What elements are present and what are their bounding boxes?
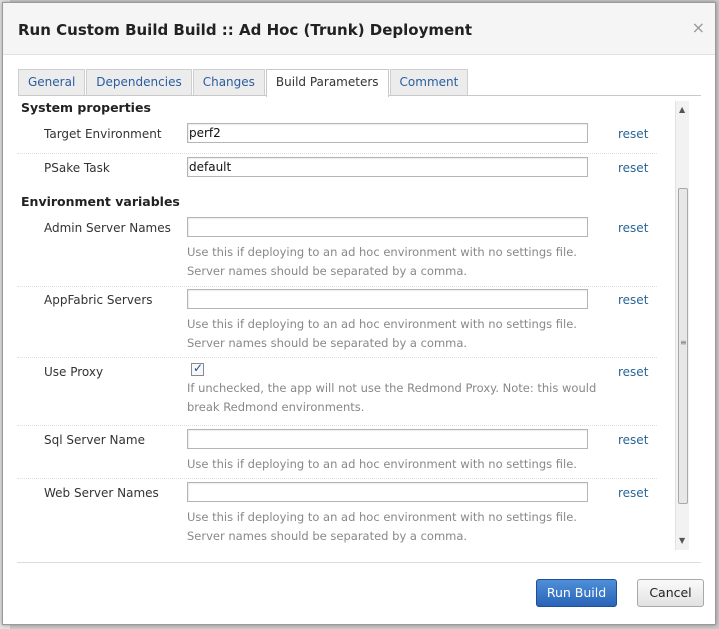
param-label: Target Environment (44, 127, 162, 141)
help-text: Use this if deploying to an ad hoc envir… (187, 457, 577, 471)
scroll-thumb[interactable]: ≡ (678, 188, 688, 504)
help-text: Server names should be separated by a co… (187, 264, 468, 278)
param-row-target-environment: Target Environment reset (17, 123, 657, 154)
tab-dependencies[interactable]: Dependencies (86, 69, 192, 95)
web-server-names-input[interactable] (187, 482, 588, 502)
help-text: Use this if deploying to an ad hoc envir… (187, 510, 577, 524)
sql-server-name-input[interactable] (187, 429, 588, 449)
param-row-web-server-names: Web Server Names reset Use this if deplo… (17, 482, 657, 548)
section-environment-variables: Environment variables (21, 194, 180, 209)
reset-link[interactable]: reset (618, 127, 648, 141)
param-label: PSake Task (44, 161, 110, 175)
tab-bar: General Dependencies Changes Build Param… (18, 69, 701, 97)
param-row-use-proxy: Use Proxy reset If unchecked, the app wi… (17, 361, 657, 426)
run-build-dialog: Run Custom Build Build :: Ad Hoc (Trunk)… (2, 2, 716, 625)
grip-icon: ≡ (680, 338, 687, 347)
param-row-psake-task: PSake Task reset (17, 157, 657, 185)
reset-link[interactable]: reset (618, 486, 648, 500)
reset-link[interactable]: reset (618, 293, 648, 307)
tab-comment[interactable]: Comment (389, 69, 469, 95)
admin-server-names-input[interactable] (187, 217, 588, 237)
help-text: Server names should be separated by a co… (187, 336, 468, 350)
help-text: break Redmond environments. (187, 400, 365, 414)
target-environment-input[interactable] (187, 123, 588, 143)
param-row-appfabric-servers: AppFabric Servers reset Use this if depl… (17, 289, 657, 358)
help-text: Use this if deploying to an ad hoc envir… (187, 245, 577, 259)
appfabric-servers-input[interactable] (187, 289, 588, 309)
param-label: Use Proxy (44, 365, 104, 379)
tab-general[interactable]: General (18, 69, 86, 95)
help-text: If unchecked, the app will not use the R… (187, 381, 597, 395)
tab-build-parameters[interactable]: Build Parameters (265, 69, 389, 97)
reset-link[interactable]: reset (618, 161, 648, 175)
param-label: Web Server Names (44, 486, 159, 500)
dialog-title: Run Custom Build Build :: Ad Hoc (Trunk)… (18, 21, 473, 39)
dialog-titlebar: Run Custom Build Build :: Ad Hoc (Trunk)… (3, 3, 715, 55)
param-row-sql-server-name: Sql Server Name reset Use this if deploy… (17, 429, 657, 479)
build-parameters-panel: System properties Target Environment res… (17, 98, 689, 550)
scroll-down-arrow-icon[interactable]: ▼ (679, 537, 685, 545)
param-row-admin-server-names: Admin Server Names reset Use this if dep… (17, 217, 657, 287)
vertical-scrollbar[interactable]: ▲ ≡ ▼ (675, 101, 689, 550)
section-system-properties: System properties (21, 100, 151, 115)
help-text: Use this if deploying to an ad hoc envir… (187, 317, 577, 331)
scroll-up-arrow-icon[interactable]: ▲ (679, 106, 685, 114)
use-proxy-checkbox[interactable] (191, 361, 204, 376)
psake-task-input[interactable] (187, 157, 588, 177)
cancel-button[interactable]: Cancel (637, 579, 704, 607)
param-label: AppFabric Servers (44, 293, 153, 307)
reset-link[interactable]: reset (618, 221, 648, 235)
close-icon[interactable]: × (692, 20, 705, 36)
tab-changes[interactable]: Changes (192, 69, 265, 95)
run-build-button[interactable]: Run Build (536, 579, 617, 607)
param-label: Admin Server Names (44, 221, 171, 235)
dialog-footer-divider (17, 562, 701, 563)
param-label: Sql Server Name (44, 433, 145, 447)
reset-link[interactable]: reset (618, 433, 648, 447)
help-text: Server names should be separated by a co… (187, 529, 468, 543)
reset-link[interactable]: reset (618, 365, 648, 379)
